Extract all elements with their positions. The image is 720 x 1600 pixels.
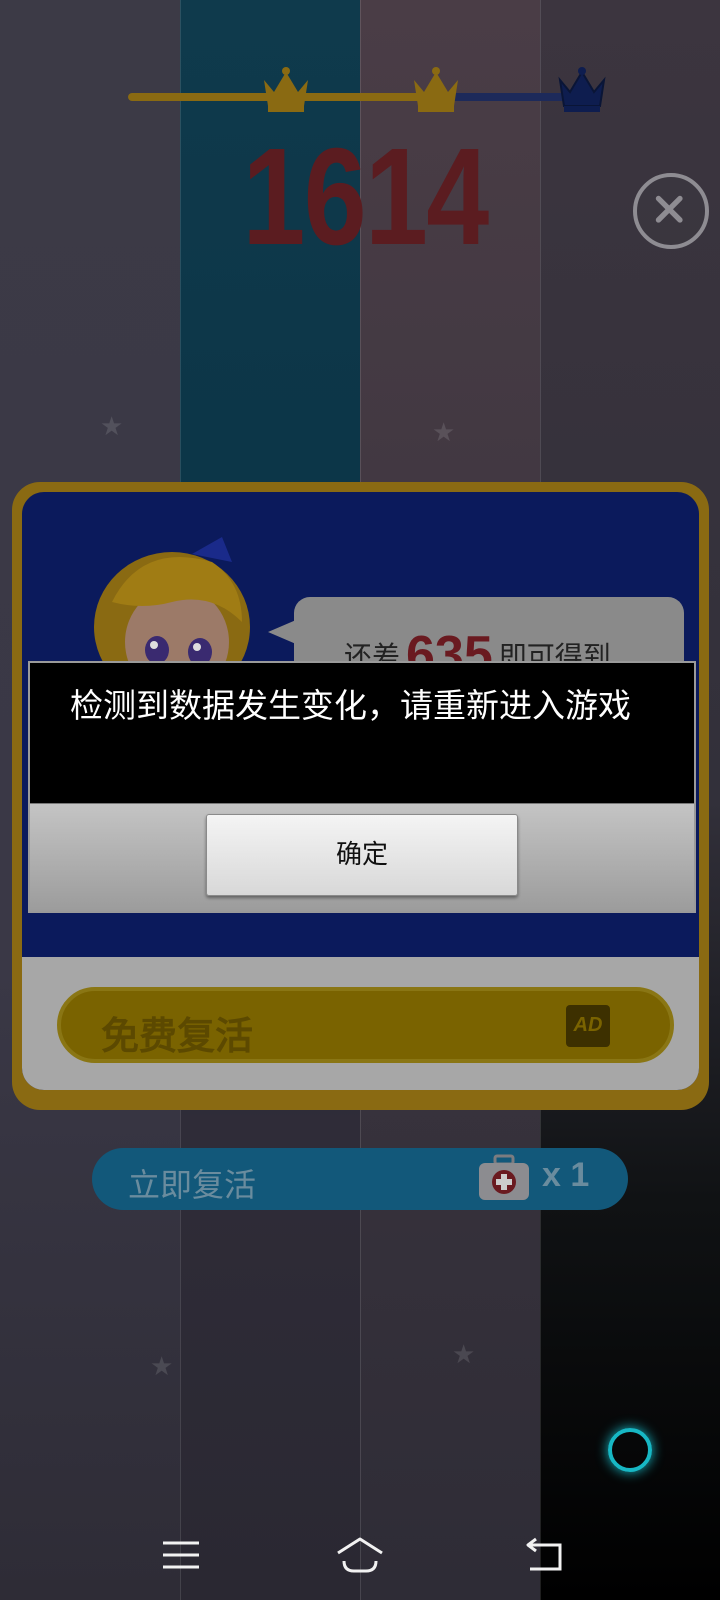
system-navigation-bar (0, 1515, 720, 1600)
dialog-message: 检测到数据发生变化，请重新进入游戏 (70, 686, 631, 725)
confirm-button[interactable]: 确定 (206, 814, 518, 896)
menu-icon[interactable] (157, 1533, 205, 1577)
dialog-button-bar: 确定 (30, 803, 694, 911)
home-icon[interactable] (336, 1533, 384, 1577)
back-icon[interactable] (524, 1533, 572, 1577)
alert-dialog: 检测到数据发生变化，请重新进入游戏 确定 (28, 661, 696, 913)
